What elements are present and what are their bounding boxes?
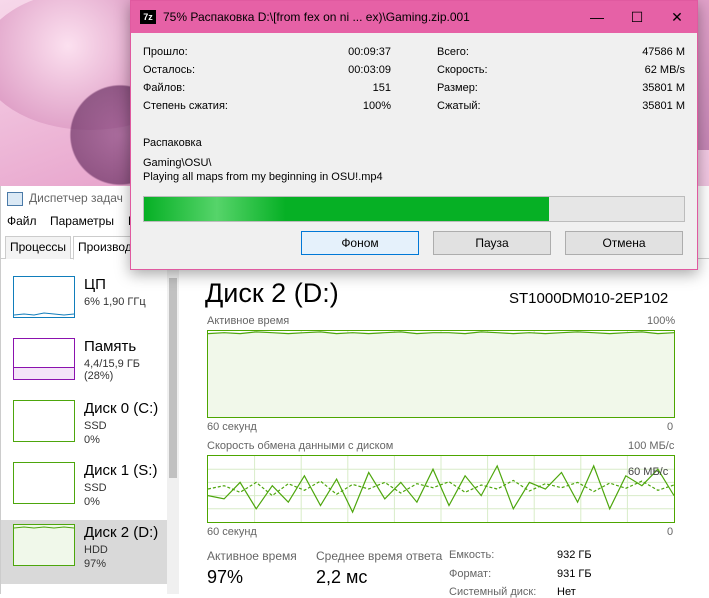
chart-axis-right: 0 (667, 526, 674, 538)
chart-mid-label: 60 МБ/с (628, 466, 669, 478)
stat-value: 100% (362, 100, 391, 112)
cancel-button[interactable]: Отмена (565, 231, 683, 255)
stat-value: 47586 M (642, 46, 685, 58)
sidebar-item-cpu[interactable]: ЦП 6% 1,90 ГГц (1, 272, 167, 336)
sidebar-item-memory[interactable]: Память 4,4/15,9 ГБ (28%) (1, 334, 167, 398)
stat-label: Скорость: (437, 64, 488, 76)
7zip-app-icon: 7z (140, 10, 156, 24)
menu-options[interactable]: Параметры (50, 214, 114, 228)
stat-value: 00:09:37 (348, 46, 391, 58)
current-file: Playing all maps from my beginning in OS… (143, 171, 383, 183)
active-time-chart (207, 330, 675, 418)
stat-label: Среднее время ответа (316, 549, 443, 563)
sidebar-item-detail: 0% (84, 496, 100, 508)
background-button[interactable]: Фоном (301, 231, 419, 255)
menu-file[interactable]: Файл (7, 214, 37, 228)
sidebar-item-disk2[interactable]: Диск 2 (D:) HDD 97% (1, 520, 167, 584)
chart-area-fill (208, 331, 674, 417)
sidebar-item-label: Диск 2 (D:) (84, 524, 159, 541)
kv-value: 932 ГБ (557, 549, 592, 561)
stat-value: 00:03:09 (348, 64, 391, 76)
page-title: Диск 2 (D:) (205, 278, 339, 308)
dialog-body: Прошло: 00:09:37 Осталось: 00:03:09 Файл… (131, 33, 697, 269)
operation-label: Распаковка (143, 137, 202, 149)
close-icon[interactable]: ✕ (657, 1, 697, 33)
stat-label: Файлов: (143, 82, 186, 94)
sidebar-item-detail: 6% 1,90 ГГц (84, 296, 146, 308)
chart-label: Скорость обмена данными с диском (207, 440, 394, 452)
tab-processes[interactable]: Процессы (5, 236, 72, 259)
sidebar-item-detail: 97% (84, 558, 107, 570)
sidebar-item-detail: 4,4/15,9 ГБ (28%) (84, 358, 140, 382)
disk1-thumbnail-graph (13, 462, 75, 504)
disk-detail-panel: Диск 2 (D:) ST1000DM010-2EP102 Активное … (183, 260, 709, 598)
chart-axis-right: 0 (667, 421, 674, 433)
sidebar-item-label: Диск 0 (C:) (84, 400, 159, 417)
current-path: Gaming\OSU\ (143, 157, 212, 169)
disk0-thumbnail-graph (13, 400, 75, 442)
chart-max-label: 100% (647, 315, 676, 327)
chart-label: Активное время (207, 315, 290, 327)
extraction-dialog: 7z 75% Распаковка D:\[from fex on ni ...… (130, 0, 698, 270)
sidebar-item-label: Память (84, 338, 137, 355)
transfer-rate-chart (207, 455, 675, 523)
stat-value: 2,2 мс (316, 567, 368, 587)
stat-label: Прошло: (143, 46, 188, 58)
chart-axis-left: 60 секунд (207, 526, 257, 538)
cpu-thumbnail-graph (13, 276, 75, 318)
pause-button[interactable]: Пауза (433, 231, 551, 255)
chart-max-label: 100 МБ/с (628, 440, 675, 452)
stat-value: 151 (372, 82, 391, 94)
stat-value: 62 MB/s (644, 64, 685, 76)
kv-value: Нет (557, 586, 576, 598)
minimize-icon[interactable]: — (577, 1, 617, 33)
sidebar-item-detail: SSD (84, 420, 107, 432)
window-title: Диспетчер задач (29, 191, 123, 205)
kv-label: Системный диск: (449, 586, 537, 598)
scrollbar-thumb[interactable] (169, 278, 177, 478)
stat-value: 97% (207, 567, 244, 587)
stat-value: 35801 M (642, 100, 685, 112)
stat-label: Всего: (437, 46, 469, 58)
sidebar-item-detail: HDD (84, 544, 108, 556)
sidebar-item-disk1[interactable]: Диск 1 (S:) SSD 0% (1, 458, 167, 522)
sidebar-item-detail: SSD (84, 482, 107, 494)
task-manager-icon (7, 192, 23, 206)
dialog-title: 75% Распаковка D:\[from fex on ni ... ex… (163, 10, 470, 24)
stat-label: Активное время (207, 549, 297, 563)
stat-label: Осталось: (143, 64, 196, 76)
sidebar-item-label: Диск 1 (S:) (84, 462, 158, 479)
dialog-titlebar[interactable]: 7z 75% Распаковка D:\[from fex on ni ...… (131, 1, 697, 33)
stat-label: Степень сжатия: (143, 100, 228, 112)
kv-label: Формат: (449, 568, 492, 580)
stat-label: Размер: (437, 82, 478, 94)
disk-model: ST1000DM010-2EP102 (509, 290, 669, 307)
progress-fill (144, 197, 549, 221)
maximize-icon[interactable]: ☐ (617, 1, 657, 33)
sidebar-item-disk0[interactable]: Диск 0 (C:) SSD 0% (1, 396, 167, 460)
stat-label: Сжатый: (437, 100, 481, 112)
extraction-progress-bar (143, 196, 685, 222)
kv-value: 931 ГБ (557, 568, 592, 580)
kv-label: Емкость: (449, 549, 495, 561)
sidebar-item-label: ЦП (84, 276, 106, 293)
sidebar-scrollbar[interactable] (167, 260, 179, 594)
stat-value: 35801 M (642, 82, 685, 94)
chart-axis-left: 60 секунд (207, 421, 257, 433)
sidebar-item-detail: 0% (84, 434, 100, 446)
disk2-thumbnail-graph (13, 524, 75, 566)
memory-thumbnail-graph (13, 338, 75, 380)
performance-sidebar: ЦП 6% 1,90 ГГц Память 4,4/15,9 ГБ (28%) … (1, 260, 179, 594)
